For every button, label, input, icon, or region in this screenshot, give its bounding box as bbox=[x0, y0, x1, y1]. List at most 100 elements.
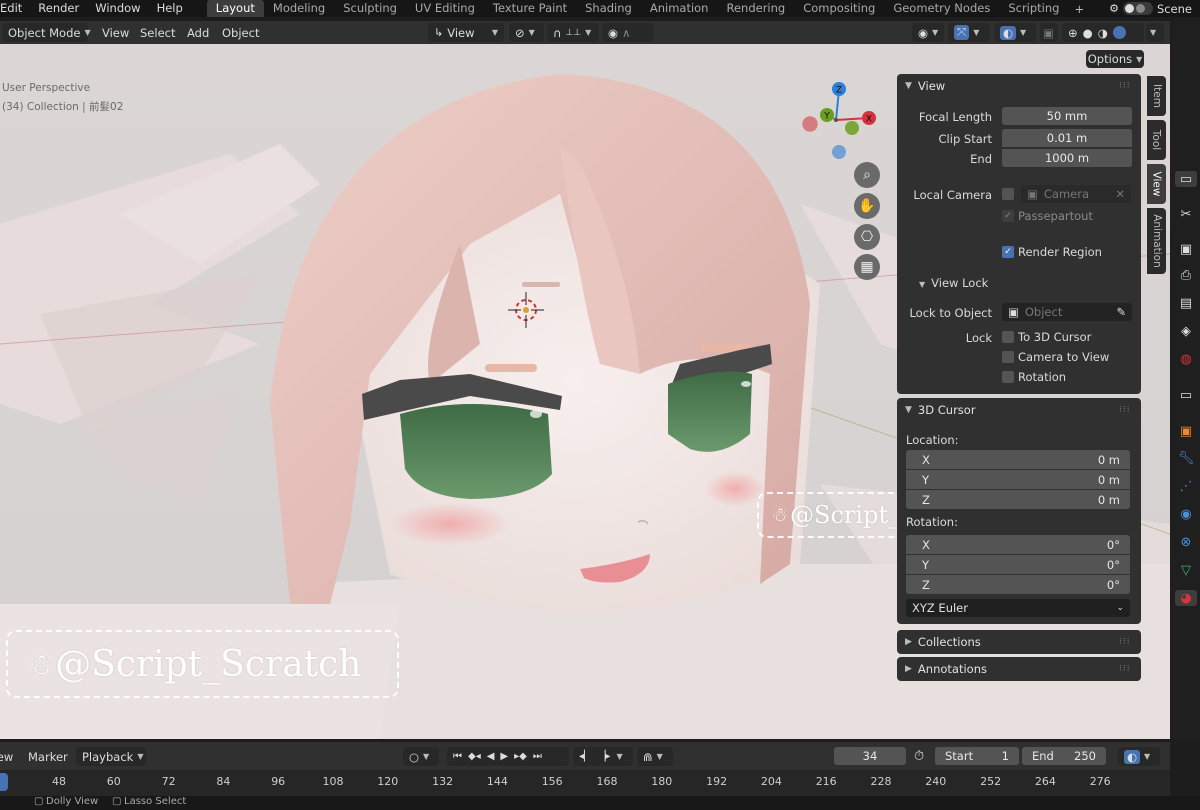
drag-handle-icon[interactable]: ⁝⁝⁝ bbox=[1119, 406, 1131, 415]
playback-dropdown[interactable]: Playback ▼ bbox=[76, 747, 146, 766]
proportional-edit-dropdown[interactable]: ◉ ∧ bbox=[602, 23, 654, 42]
menu-help[interactable]: Help bbox=[149, 0, 191, 17]
constraint-icon[interactable]: ⊗ bbox=[1178, 534, 1194, 550]
auto-keying-dropdown[interactable]: ⋒ ▼ bbox=[637, 747, 673, 766]
workspace-tab-shading[interactable]: Shading bbox=[576, 0, 641, 17]
workspace-tab-rendering[interactable]: Rendering bbox=[717, 0, 794, 17]
tab-view[interactable]: View bbox=[1147, 164, 1166, 204]
tool-settings-icon[interactable]: ▭ bbox=[1175, 171, 1197, 187]
overlays-dropdown[interactable]: ◐ ▼ bbox=[994, 23, 1036, 42]
3d-viewport[interactable]: User Perspective (34) Collection | 前髪02 … bbox=[0, 44, 1170, 739]
next-keyframe-icon[interactable]: ▸◆ bbox=[514, 751, 527, 762]
view-settings-dropdown[interactable]: ◐ ▼ bbox=[1118, 747, 1160, 766]
start-frame-field[interactable]: Start 1 bbox=[935, 747, 1019, 765]
menu-render[interactable]: Render bbox=[30, 0, 87, 17]
xray-toggle[interactable]: ▣ bbox=[1040, 23, 1058, 42]
add-workspace-button[interactable]: + bbox=[1068, 2, 1090, 16]
view-layer-icon[interactable]: ▤ bbox=[1178, 295, 1194, 311]
workspace-tab-sculpting[interactable]: Sculpting bbox=[334, 0, 406, 17]
zoom-icon[interactable]: ⌕ bbox=[854, 162, 880, 188]
menu-edit[interactable]: Edit bbox=[0, 0, 30, 17]
render-icon[interactable]: ▣ bbox=[1178, 241, 1194, 257]
perspective-grid-icon[interactable]: ▦ bbox=[854, 254, 880, 280]
material-shading-icon[interactable]: ◑ bbox=[1098, 26, 1108, 40]
collection-icon[interactable]: ▭ bbox=[1178, 387, 1194, 403]
header-menu-select[interactable]: Select bbox=[140, 23, 175, 42]
workspace-tab-animation[interactable]: Animation bbox=[641, 0, 718, 17]
scene-browse-toggle[interactable] bbox=[1122, 2, 1153, 15]
next-frame-icon[interactable]: ▕▸ bbox=[598, 751, 611, 762]
current-frame-indicator[interactable] bbox=[0, 773, 8, 791]
workspace-tab-compositing[interactable]: Compositing bbox=[794, 0, 884, 17]
frame-step-controls[interactable]: ◂▏ ▕▸ ▼ bbox=[573, 747, 633, 766]
play-reverse-icon[interactable]: ◀ bbox=[487, 751, 495, 762]
particles-icon[interactable]: ⋰ bbox=[1178, 478, 1194, 494]
workspace-tab-uv-editing[interactable]: UV Editing bbox=[406, 0, 484, 17]
render-region-checkbox[interactable]: ✓ bbox=[1002, 246, 1014, 258]
tab-animation[interactable]: Animation bbox=[1147, 208, 1166, 274]
playback-controls[interactable]: ⏮ ◆◂ ◀ ▶ ▸◆ ⏭ bbox=[447, 747, 569, 766]
rotation-mode-dropdown[interactable]: XYZ Euler ⌄ bbox=[906, 599, 1130, 617]
clip-end-field[interactable]: 1000 m bbox=[1002, 149, 1132, 167]
clip-start-field[interactable]: 0.01 m bbox=[1002, 129, 1132, 147]
cursor-location-x[interactable]: X 0 m bbox=[906, 450, 1130, 469]
shading-mode-group[interactable]: ⊕ ● ◑ bbox=[1062, 23, 1144, 42]
workspace-tab-texture-paint[interactable]: Texture Paint bbox=[484, 0, 576, 17]
workspace-tab-modeling[interactable]: Modeling bbox=[264, 0, 334, 17]
pivot-point-dropdown[interactable]: ⊘ ▼ bbox=[509, 23, 544, 42]
tool-icon[interactable]: ✂ bbox=[1178, 206, 1194, 222]
physics-icon[interactable]: ◉ bbox=[1178, 506, 1194, 522]
transform-orientation-dropdown[interactable]: ↳ View ▼ bbox=[428, 23, 504, 42]
drag-handle-icon[interactable]: ⁝⁝⁝ bbox=[1119, 665, 1131, 674]
cursor-rotation-x[interactable]: X 0° bbox=[906, 535, 1130, 554]
keying-dropdown[interactable]: ○ ▼ bbox=[403, 747, 439, 766]
workspace-tab-geometry-nodes[interactable]: Geometry Nodes bbox=[884, 0, 999, 17]
workspace-tab-scripting[interactable]: Scripting bbox=[999, 0, 1068, 17]
lock-to-object-field[interactable]: ▣ Object ✎ bbox=[1002, 303, 1132, 321]
wireframe-shading-icon[interactable]: ⊕ bbox=[1068, 26, 1078, 40]
navigation-gizmo[interactable]: Z X Y bbox=[796, 80, 886, 170]
passepartout-checkbox[interactable]: ✓ bbox=[1002, 210, 1014, 222]
local-camera-field[interactable]: ▣ Camera ✕ bbox=[1021, 185, 1131, 203]
snap-dropdown[interactable]: ∩ ⊥⊥ ▼ bbox=[547, 23, 599, 42]
rotation-lock-checkbox[interactable] bbox=[1002, 371, 1014, 383]
cursor-rotation-z[interactable]: Z 0° bbox=[906, 575, 1130, 594]
cursor-location-y[interactable]: Y 0 m bbox=[906, 470, 1130, 489]
current-frame-field[interactable]: 34 bbox=[834, 747, 906, 765]
annotations-section[interactable]: ▶ Annotations ⁝⁝⁝ bbox=[897, 657, 1141, 681]
focal-length-field[interactable]: 50 mm bbox=[1002, 107, 1132, 125]
timeline-menu-marker[interactable]: Marker bbox=[28, 747, 68, 766]
scene-icon[interactable]: ◈ bbox=[1178, 323, 1194, 339]
drag-handle-icon[interactable]: ⁝⁝⁝ bbox=[1119, 638, 1131, 647]
collections-header[interactable]: ▶ Collections bbox=[897, 630, 981, 654]
material-icon[interactable]: ◕ bbox=[1175, 590, 1197, 606]
jump-start-icon[interactable]: ⏮ bbox=[453, 751, 462, 762]
solid-shading-icon[interactable]: ● bbox=[1083, 26, 1093, 40]
pan-hand-icon[interactable]: ✋ bbox=[854, 193, 880, 219]
view-section-header[interactable]: ▼ View bbox=[897, 74, 945, 98]
camera-view-icon[interactable]: ⎔ bbox=[854, 224, 880, 250]
prev-frame-icon[interactable]: ◂▏ bbox=[579, 751, 592, 762]
drag-handle-icon[interactable]: ⁝⁝⁝ bbox=[1119, 82, 1131, 91]
scene-selector[interactable]: ⚙ Scene bbox=[1109, 0, 1192, 17]
tab-tool[interactable]: Tool bbox=[1147, 120, 1166, 160]
collections-section[interactable]: ▶ Collections ⁝⁝⁝ bbox=[897, 630, 1141, 654]
workspace-tab-layout[interactable]: Layout bbox=[206, 0, 264, 17]
end-frame-field[interactable]: End 250 bbox=[1022, 747, 1106, 765]
cursor-rotation-y[interactable]: Y 0° bbox=[906, 555, 1130, 574]
timeline-ruler[interactable]: 48 60 72 84 96 108 120 132 144 156 168 180 192 204 216… bbox=[0, 770, 1170, 796]
cursor-location-z[interactable]: Z 0 m bbox=[906, 490, 1130, 509]
rendered-shading-icon[interactable] bbox=[1112, 26, 1126, 39]
visibility-dropdown[interactable]: ◉ ▼ bbox=[912, 23, 944, 42]
annotations-header[interactable]: ▶ Annotations bbox=[897, 657, 987, 681]
prev-keyframe-icon[interactable]: ◆◂ bbox=[468, 751, 481, 762]
mode-select[interactable]: Object Mode ▼ bbox=[2, 23, 91, 42]
shading-options-dropdown[interactable]: ▼ bbox=[1146, 23, 1164, 42]
lock-to-3d-cursor-checkbox[interactable] bbox=[1002, 331, 1014, 343]
camera-to-view-checkbox[interactable] bbox=[1002, 351, 1014, 363]
world-icon[interactable]: ◍ bbox=[1178, 351, 1194, 367]
eyedropper-icon[interactable]: ✎ bbox=[1116, 305, 1126, 319]
object-icon[interactable]: ▣ bbox=[1178, 423, 1194, 439]
clear-icon[interactable]: ✕ bbox=[1115, 187, 1125, 201]
timeline-menu-view[interactable]: View bbox=[0, 747, 13, 766]
